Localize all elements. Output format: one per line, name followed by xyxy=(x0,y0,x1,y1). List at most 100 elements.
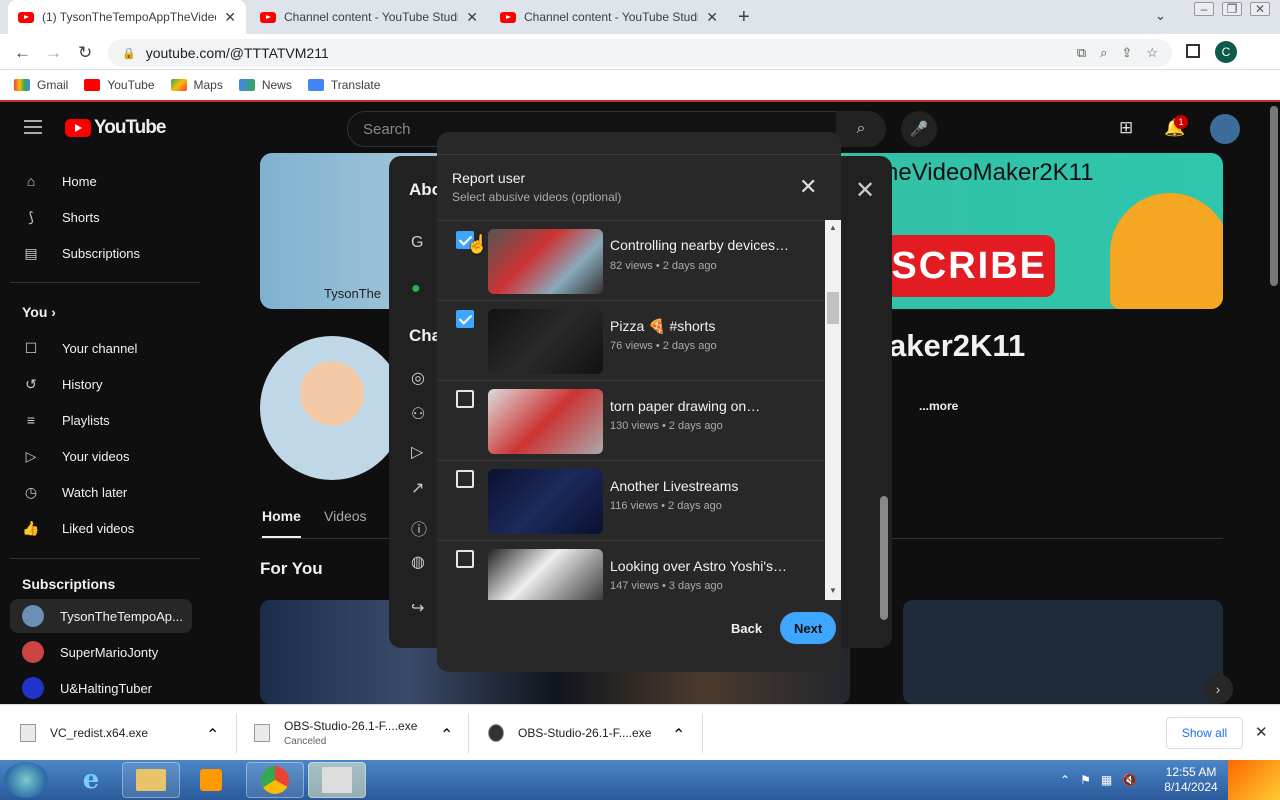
close-window-icon[interactable]: ✕ xyxy=(1250,2,1270,16)
channel-avatar[interactable] xyxy=(260,336,404,480)
list-item[interactable]: Controlling nearby devices… 82 views • 2… xyxy=(437,221,825,301)
video-title: Pizza 🍕 #shorts xyxy=(610,318,716,334)
sidebar-item-home[interactable]: ⌂ Home xyxy=(10,164,192,198)
clock-icon: ◷ xyxy=(24,483,38,500)
close-icon[interactable]: ✕ xyxy=(1255,723,1268,741)
search-button[interactable]: ⌕ xyxy=(836,111,886,147)
browser-tab[interactable]: Channel content - YouTube Studio ✕ xyxy=(490,0,728,34)
internet-explorer-icon[interactable]: e xyxy=(62,762,120,798)
sidebar-item-history[interactable]: ↺ History xyxy=(10,367,192,401)
tab-search-chevron-icon[interactable]: ⌄ xyxy=(1155,8,1166,24)
new-tab-icon[interactable]: + xyxy=(738,6,750,29)
download-item[interactable]: VC_redist.x64.exe xyxy=(20,705,148,761)
sidebar-item-subscriptions[interactable]: ▤ Subscriptions xyxy=(10,236,192,270)
minimize-icon[interactable]: – xyxy=(1194,2,1214,16)
menu-hamburger-icon[interactable] xyxy=(24,120,42,134)
next-button[interactable]: Next xyxy=(780,612,837,644)
sidebar-item-playlists[interactable]: ≡ Playlists xyxy=(10,403,192,437)
forward-arrow-icon[interactable]: → xyxy=(45,43,62,63)
description-more-link[interactable]: ...more xyxy=(919,399,958,413)
bookmark-gmail[interactable]: Gmail xyxy=(14,78,68,92)
browser-tab[interactable]: (1) TysonTheTempoAppTheVideo ✕ xyxy=(8,0,246,34)
account-avatar[interactable] xyxy=(1210,114,1240,144)
bookmark-news[interactable]: News xyxy=(238,78,292,92)
list-scrollbar[interactable]: ▲ ▼ xyxy=(825,220,841,600)
share-icon[interactable]: ⇪ xyxy=(1121,45,1132,61)
sidebar-sub-item[interactable]: U&HaltingTuber xyxy=(10,671,192,705)
media-player-icon[interactable] xyxy=(182,762,240,798)
history-icon: ↺ xyxy=(25,375,37,392)
chevron-up-icon[interactable]: ⌃ xyxy=(672,725,685,745)
sidebar-item-shorts[interactable]: ⟆ Shorts xyxy=(10,200,192,234)
list-item[interactable]: Looking over Astro Yoshi's… 147 views • … xyxy=(437,541,825,600)
chrome-icon[interactable] xyxy=(246,762,304,798)
app-icon[interactable] xyxy=(308,762,366,798)
chevron-right-icon[interactable]: › xyxy=(1203,674,1233,704)
bookmark-translate[interactable]: Translate xyxy=(307,78,380,92)
create-video-icon[interactable]: ⊞ xyxy=(1119,118,1133,138)
back-button[interactable]: Back xyxy=(719,612,774,645)
bookmark-maps[interactable]: Maps xyxy=(170,78,223,92)
profile-avatar[interactable]: C xyxy=(1215,41,1237,63)
show-desktop-button[interactable] xyxy=(1228,760,1280,800)
bookmark-star-icon[interactable]: ☆ xyxy=(1146,45,1158,61)
sidebar-divider xyxy=(10,282,200,283)
reload-icon[interactable]: ↻ xyxy=(78,43,92,63)
list-item[interactable]: torn paper drawing on… 130 views • 2 day… xyxy=(437,381,825,461)
sidebar-item-your-videos[interactable]: ▷ Your videos xyxy=(10,439,192,473)
open-in-app-icon[interactable]: ⧉ xyxy=(1077,45,1086,61)
chevron-up-icon[interactable]: ⌃ xyxy=(440,725,453,745)
tab-title: Channel content - YouTube Studio xyxy=(284,10,459,24)
scroll-up-icon[interactable]: ▲ xyxy=(829,223,837,232)
show-all-button[interactable]: Show all xyxy=(1166,717,1243,749)
share-icon[interactable]: ↪ xyxy=(411,598,424,618)
video-thumbnail[interactable] xyxy=(903,600,1223,704)
video-checkbox[interactable] xyxy=(456,550,474,568)
about-scrollbar-thumb[interactable] xyxy=(880,496,888,620)
sidebar-sub-item[interactable]: SuperMarioJonty xyxy=(10,635,192,669)
report-user-dialog: Report user Select abusive videos (optio… xyxy=(437,132,841,672)
tab-videos[interactable]: Videos xyxy=(324,508,367,524)
video-checkbox[interactable] xyxy=(456,310,474,328)
network-icon[interactable]: ▦ xyxy=(1101,773,1112,787)
file-explorer-icon[interactable] xyxy=(122,762,180,798)
sidebar-you-header[interactable]: You › xyxy=(22,304,56,320)
subscribers-icon: ⚇ xyxy=(411,406,426,423)
url-bar[interactable]: 🔒 youtube.com/@TTTATVM211 ⧉ ⌕ ⇪ ☆ xyxy=(108,39,1172,67)
youtube-logo[interactable]: YouTube xyxy=(65,117,166,139)
scroll-down-icon[interactable]: ▼ xyxy=(829,586,837,595)
voice-search-button[interactable]: 🎤 xyxy=(901,111,937,147)
close-tab-icon[interactable]: ✕ xyxy=(466,9,478,26)
browser-tab[interactable]: Channel content - YouTube Studio ✕ xyxy=(250,0,488,34)
video-checkbox[interactable] xyxy=(456,390,474,408)
download-item[interactable]: OBS-Studio-26.1-F....exe Canceled xyxy=(254,705,417,761)
sidebar-item-watch-later[interactable]: ◷ Watch later xyxy=(10,475,192,509)
windows-start-icon[interactable] xyxy=(4,762,48,798)
page-scrollbar[interactable] xyxy=(1268,104,1280,704)
lock-icon[interactable]: 🔒 xyxy=(122,47,136,60)
close-tab-icon[interactable]: ✕ xyxy=(706,9,718,26)
sidebar-sub-item[interactable]: TysonTheTempoAp... xyxy=(10,599,192,633)
scrollbar-thumb[interactable] xyxy=(1270,106,1278,286)
chevron-up-icon[interactable]: ⌃ xyxy=(206,725,219,745)
tab-home[interactable]: Home xyxy=(262,508,301,538)
back-arrow-icon[interactable]: ← xyxy=(14,43,31,63)
close-tab-icon[interactable]: ✕ xyxy=(224,9,236,26)
close-icon[interactable]: ✕ xyxy=(855,176,875,205)
zoom-icon[interactable]: ⌕ xyxy=(1100,45,1107,61)
video-checkbox[interactable] xyxy=(456,470,474,488)
scrollbar-thumb[interactable] xyxy=(827,292,839,324)
download-item[interactable]: OBS-Studio-26.1-F....exe xyxy=(488,705,651,761)
side-panel-icon[interactable] xyxy=(1186,44,1200,58)
restore-icon[interactable]: ❐ xyxy=(1222,2,1242,16)
flag-icon[interactable]: ⚑ xyxy=(1080,773,1091,787)
bookmark-youtube[interactable]: YouTube xyxy=(84,78,155,92)
close-icon[interactable]: ✕ xyxy=(799,176,817,198)
clock[interactable]: 12:55 AM 8/14/2024 xyxy=(1160,765,1222,795)
sidebar-item-liked-videos[interactable]: 👍 Liked videos xyxy=(10,511,192,545)
volume-muted-icon[interactable]: 🔇 xyxy=(1122,773,1137,787)
show-hidden-icons-icon[interactable]: ⌃ xyxy=(1060,773,1070,787)
sidebar-item-your-channel[interactable]: ☐ Your channel xyxy=(10,331,192,365)
list-item[interactable]: Pizza 🍕 #shorts 76 views • 2 days ago xyxy=(437,301,825,381)
list-item[interactable]: Another Livestreams 116 views • 2 days a… xyxy=(437,461,825,541)
